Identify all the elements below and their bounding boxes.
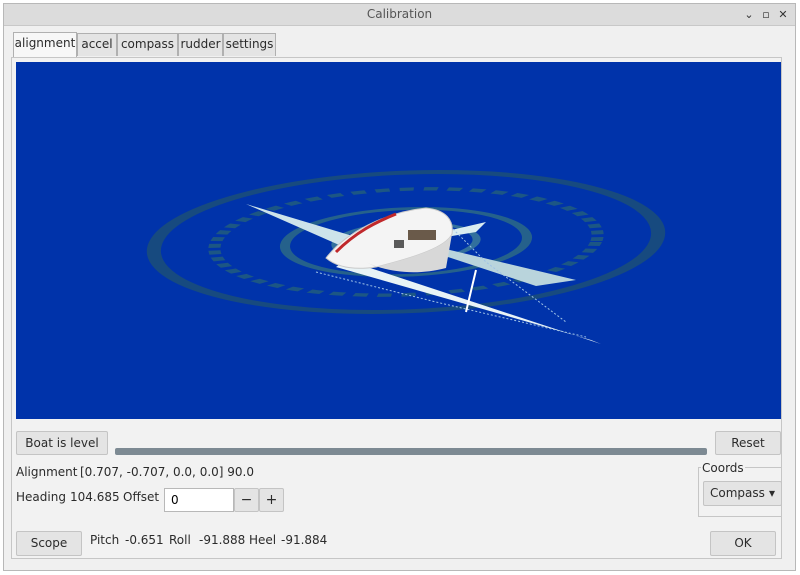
reset-button[interactable]: Reset — [715, 431, 781, 455]
coords-group-label: Coords — [701, 461, 745, 475]
window-title: Calibration — [366, 7, 433, 21]
coords-selected-value: Compass — [710, 486, 765, 500]
tab-alignment[interactable]: alignment — [13, 32, 77, 57]
alignment-value: [0.707, -0.707, 0.0, 0.0] 90.0 — [80, 465, 254, 479]
scope-button[interactable]: Scope — [16, 531, 82, 556]
level-progress-bar — [115, 448, 707, 455]
heel-value: -91.884 — [281, 533, 328, 547]
ok-button[interactable]: OK — [710, 531, 776, 556]
offset-decrement-button[interactable]: − — [234, 488, 259, 512]
boat-3d-viewport[interactable] — [16, 62, 781, 419]
offset-input[interactable] — [164, 488, 234, 512]
heel-label: Heel — [249, 533, 277, 547]
maximize-icon[interactable]: ▫ — [759, 8, 773, 22]
close-icon[interactable]: ✕ — [776, 8, 790, 22]
boat-model-graphic — [146, 170, 666, 344]
tab-settings[interactable]: settings — [223, 33, 276, 56]
tab-compass[interactable]: compass — [117, 33, 178, 56]
coords-dropdown[interactable]: Compass ▾ — [703, 481, 782, 506]
roll-label: Roll — [169, 533, 191, 547]
pitch-value: -0.651 — [125, 533, 164, 547]
tab-accel[interactable]: accel — [77, 33, 117, 56]
roll-value: -91.888 — [199, 533, 246, 547]
heading-label: Heading — [16, 490, 66, 504]
title-bar: Calibration ⌄ ▫ ✕ — [4, 4, 795, 26]
pitch-label: Pitch — [90, 533, 120, 547]
tab-rudder[interactable]: rudder — [178, 33, 223, 56]
boat-is-level-button[interactable]: Boat is level — [16, 431, 108, 455]
offset-increment-button[interactable]: + — [259, 488, 284, 512]
offset-label: Offset — [123, 490, 160, 504]
minimize-icon[interactable]: ⌄ — [742, 8, 756, 22]
alignment-label: Alignment — [16, 465, 78, 479]
boat-hull-icon — [325, 207, 453, 273]
chevron-down-icon: ▾ — [768, 486, 775, 500]
heading-value: 104.685 — [70, 490, 120, 504]
